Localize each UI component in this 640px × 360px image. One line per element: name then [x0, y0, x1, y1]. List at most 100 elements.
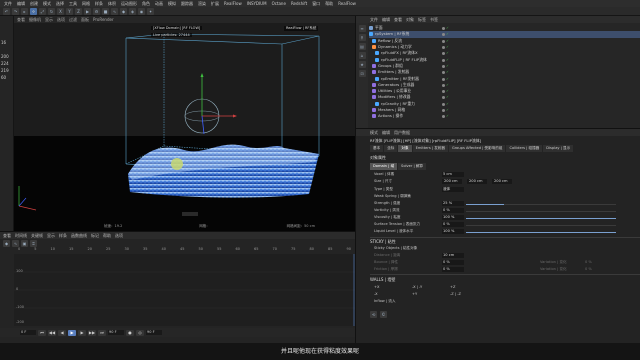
menu-item-17[interactable]: INSYDIUM [247, 1, 267, 6]
object-menu-item-5[interactable]: 书签 [430, 17, 438, 22]
enabled-check-icon[interactable]: ✓ [446, 108, 449, 112]
render-icon[interactable]: ▶ [84, 8, 91, 15]
menu-item-19[interactable]: Redshift [291, 1, 307, 6]
menu-item-14[interactable]: 渲染 [198, 1, 206, 6]
next-key-icon[interactable]: ▶▶ [88, 329, 96, 336]
enabled-check-icon[interactable]: ✓ [446, 64, 449, 68]
record-icon[interactable]: ● [126, 329, 134, 336]
timeline-menu-item-8[interactable]: 选项 [115, 233, 123, 238]
property-field[interactable]: 0 % [442, 208, 464, 213]
attribute-menu-item-0[interactable]: 模式 [370, 130, 378, 135]
object-menu-item-4[interactable]: 标签 [418, 17, 426, 22]
prev-key-icon[interactable]: ◀◀ [48, 329, 56, 336]
subtab[interactable]: Solver | 解算 [398, 163, 427, 170]
timeline-menu-item-2[interactable]: 关键帧 [31, 233, 43, 238]
attribute-tab[interactable]: 对象 [398, 145, 412, 152]
go-start-icon[interactable]: ⏮ [38, 329, 46, 336]
menu-item-3[interactable]: 模式 [43, 1, 51, 6]
key-icon[interactable]: ◆ [3, 240, 10, 247]
enabled-check-icon[interactable]: ✓ [446, 32, 449, 36]
wall-toggle[interactable]: +Y [412, 292, 417, 296]
reset-icon[interactable]: ⟲ [370, 311, 377, 318]
enabled-check-icon[interactable]: ✓ [446, 58, 449, 62]
enabled-check-icon[interactable]: ✓ [446, 83, 449, 87]
property-field[interactable]: 100 % [442, 215, 464, 220]
object-menu-item-0[interactable]: 文件 [370, 17, 378, 22]
voxel-field[interactable]: 5 cm [442, 172, 464, 177]
visibility-dot-icon[interactable] [442, 115, 445, 119]
move-icon[interactable]: ✥ [30, 8, 37, 15]
3d-viewport[interactable]: 查看 摄像机 显示 选项 过滤 面板 ProRender [XFlow Doma… [14, 16, 355, 231]
attribute-tab[interactable]: Display | 显示 [543, 145, 574, 152]
enabled-check-icon[interactable]: ✓ [446, 102, 449, 106]
enabled-check-icon[interactable]: ✓ [446, 77, 449, 81]
list-icon[interactable]: ≡ [358, 25, 366, 32]
timeline-menu-item-3[interactable]: 显示 [47, 233, 55, 238]
generator-icon[interactable]: ◆ [120, 8, 127, 15]
menu-item-15[interactable]: 扩展 [211, 1, 219, 6]
enabled-check-icon[interactable]: ✓ [446, 114, 449, 118]
visibility-dot-icon[interactable] [442, 39, 445, 43]
menu-item-5[interactable]: 工具 [69, 1, 77, 6]
menu-item-12[interactable]: 模拟 [168, 1, 176, 6]
curve-icon[interactable]: ∿ [12, 240, 19, 247]
property-field[interactable]: 液体 [442, 187, 464, 192]
attribute-tab[interactable]: 坐标 [384, 145, 398, 152]
attribute-tab[interactable]: 基本 [370, 145, 384, 152]
enabled-check-icon[interactable]: ✓ [446, 70, 449, 74]
property-slider[interactable] [466, 224, 616, 226]
wall-toggle[interactable]: -X | -Y [412, 285, 422, 289]
axis-x-icon[interactable]: X [57, 8, 64, 15]
axis-y-icon[interactable]: Y [66, 8, 73, 15]
menu-item-10[interactable]: 角色 [142, 1, 150, 6]
scale-icon[interactable]: ⤢ [39, 8, 46, 15]
layers-icon[interactable]: ▤ [358, 43, 366, 50]
property-slider[interactable] [466, 231, 616, 233]
deformer-icon[interactable]: ◈ [129, 8, 136, 15]
size-x-field[interactable]: 200 cm [442, 179, 462, 184]
camera-icon[interactable]: ◉ [138, 8, 145, 15]
timeline-ruler[interactable]: 0 5 10 15 20 25 30 35 40 45 50 55 60 65 70 75 80 85 90 [14, 247, 355, 253]
visibility-dot-icon[interactable] [442, 77, 445, 81]
enabled-check-icon[interactable]: ✓ [446, 89, 449, 93]
sticky-field[interactable]: 10 cm [442, 253, 464, 258]
function-curve-graph[interactable]: 100 0 -100 -200 [14, 254, 355, 326]
menu-item-8[interactable]: 体积 [108, 1, 116, 6]
visibility-dot-icon[interactable] [442, 90, 445, 94]
visibility-dot-icon[interactable] [442, 102, 445, 106]
property-field[interactable]: 25 % [442, 201, 464, 206]
property-slider[interactable] [466, 203, 616, 205]
undo-icon[interactable]: ↶ [3, 8, 10, 15]
sticky-variation-field[interactable]: 0 % [585, 260, 592, 264]
prev-frame-icon[interactable]: ◀ [58, 329, 66, 336]
menu-item-4[interactable]: 选择 [56, 1, 64, 6]
attribute-menu-item-1[interactable]: 编辑 [382, 130, 390, 135]
menu-item-1[interactable]: 编辑 [17, 1, 25, 6]
menu-item-6[interactable]: 网格 [82, 1, 90, 6]
enabled-check-icon[interactable]: ✓ [446, 95, 449, 99]
star-icon[interactable]: ★ [358, 61, 366, 68]
menu-item-18[interactable]: Octane [272, 1, 286, 6]
property-field[interactable]: 100 % [442, 229, 464, 234]
autokey-icon[interactable]: ◎ [136, 329, 144, 336]
visibility-dot-icon[interactable] [442, 71, 445, 75]
timeline-menu-item-4[interactable]: 样条 [59, 233, 67, 238]
enabled-check-icon[interactable]: ✓ [446, 45, 449, 49]
timeline-menu-item-5[interactable]: 函数曲线 [71, 233, 87, 238]
axis-z-icon[interactable]: Z [75, 8, 82, 15]
end-frame-field[interactable]: 90 F [108, 330, 124, 335]
visibility-dot-icon[interactable] [442, 64, 445, 68]
menu-item-20[interactable]: 窗口 [312, 1, 320, 6]
object-row[interactable]: Actions | 操作 ✓ [369, 113, 640, 119]
visibility-dot-icon[interactable] [442, 58, 445, 62]
property-field[interactable]: 0 % [442, 222, 464, 227]
render-settings-icon[interactable]: ⚙ [93, 8, 100, 15]
sticky-field[interactable]: 0 % [442, 267, 464, 272]
menu-item-21[interactable]: 帮助 [325, 1, 333, 6]
spline-icon[interactable]: ∿ [111, 8, 118, 15]
wall-toggle[interactable]: -Z | -Z [450, 292, 461, 296]
current-frame-field[interactable]: 0 F [20, 330, 36, 335]
wall-toggle[interactable]: +X [374, 285, 379, 289]
timeline-menu-item-1[interactable]: 时间线 [15, 233, 27, 238]
max-frame-field[interactable]: 90 F [146, 330, 162, 335]
